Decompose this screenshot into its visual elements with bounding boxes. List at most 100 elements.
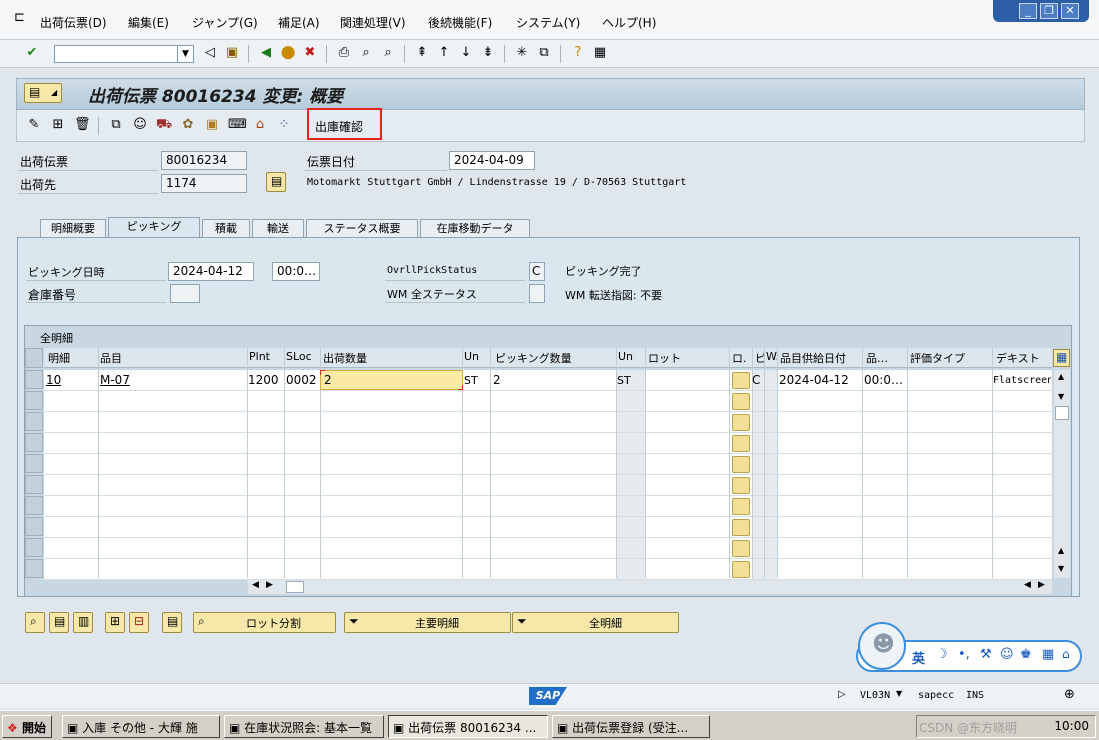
row-selector[interactable] xyxy=(25,412,43,431)
col-delivery-qty[interactable]: 出荷数量 xyxy=(323,350,461,366)
delete-row-button[interactable]: ⊟ xyxy=(129,612,149,633)
taskbar-item[interactable]: ▣ 入庫 その他 - 大輝 施 xyxy=(62,715,220,738)
batch-split-checkbox[interactable] xyxy=(732,498,750,515)
overall-pick-status-field[interactable]: C xyxy=(529,262,545,281)
taskbar-item[interactable]: ▣ 在庫状況照会: 基本一覧 xyxy=(224,715,384,738)
ime-avatar[interactable]: ☻ xyxy=(858,622,906,670)
screen-menu-button[interactable]: ▤ ◢ xyxy=(24,83,62,103)
command-field[interactable]: ▼ xyxy=(54,45,194,63)
select-all-corner[interactable] xyxy=(25,348,43,368)
row-selector[interactable] xyxy=(25,454,43,473)
print-icon[interactable]: ⎙ xyxy=(336,45,352,61)
menu-item-help[interactable]: ヘルプ(H) xyxy=(602,14,656,31)
menu-item-system[interactable]: システム(Y) xyxy=(516,14,580,31)
transaction-code[interactable]: VL03N xyxy=(860,690,890,701)
prev-page-icon[interactable]: ↑ xyxy=(436,45,452,61)
find-icon[interactable]: ⌕ xyxy=(358,45,374,61)
smiley-icon[interactable]: ☺ xyxy=(1000,647,1014,662)
ship-to-field[interactable]: 1174 xyxy=(161,174,247,193)
col-valuation-type[interactable]: 評価タイプ xyxy=(910,350,994,366)
tab-picking[interactable]: ピッキング xyxy=(108,217,200,238)
house-icon[interactable]: ⌂ xyxy=(252,117,268,133)
batch-split-checkbox[interactable] xyxy=(732,456,750,473)
delivery-qty-input[interactable]: 2 xyxy=(320,370,463,390)
tab-loading[interactable]: 積載 xyxy=(202,219,250,237)
menu-item-environment[interactable]: 関連処理(V) xyxy=(340,14,406,31)
start-button[interactable]: ❖ 開始 xyxy=(2,715,52,738)
wrench-icon[interactable]: ⚒ xyxy=(980,647,992,662)
next-page-icon[interactable]: ↓ xyxy=(458,45,474,61)
save-icon[interactable]: ▣ xyxy=(224,45,240,61)
tab-transport[interactable]: 輸送 xyxy=(252,219,304,237)
new-session-icon[interactable]: ✳ xyxy=(514,45,530,61)
find-next-icon[interactable]: ⌕ xyxy=(380,45,396,61)
taskbar-item-active[interactable]: ▣ 出荷伝票 80016234 ... xyxy=(388,715,548,738)
table-row[interactable] xyxy=(44,391,1052,412)
lock-icon[interactable]: ⌂ xyxy=(1062,647,1070,661)
scroll-thumb[interactable] xyxy=(286,581,304,593)
minimize-button[interactable]: _ xyxy=(1019,3,1037,19)
col-picked-qty[interactable]: ピッキング数量 xyxy=(495,350,615,366)
box-icon[interactable]: ▣ xyxy=(204,117,220,133)
batch-split-checkbox[interactable] xyxy=(732,477,750,494)
table-row[interactable] xyxy=(44,559,1052,580)
batch-split-checkbox[interactable] xyxy=(732,393,750,410)
doc-date-field[interactable]: 2024-04-09 xyxy=(449,151,535,170)
delete-icon[interactable]: 🗑 xyxy=(74,117,91,133)
col-batch-split[interactable]: ロ. xyxy=(732,350,752,366)
sap-menu-icon[interactable]: ⊏ xyxy=(14,10,25,25)
grid-dots-icon[interactable]: ⁘ xyxy=(276,117,292,133)
pick-time-field[interactable]: 00:0… xyxy=(272,262,320,281)
batch-split-checkbox[interactable] xyxy=(732,519,750,536)
row-selector[interactable] xyxy=(25,370,43,389)
scroll-thumb[interactable] xyxy=(1055,406,1069,420)
back-arrow-icon[interactable]: ◁ xyxy=(202,45,218,61)
cancel-icon[interactable]: ✖ xyxy=(302,45,318,61)
tab-item-overview[interactable]: 明細概要 xyxy=(40,219,106,237)
row-selector[interactable] xyxy=(25,538,43,557)
scroll-down-icon[interactable]: ▼ xyxy=(1058,392,1064,401)
tab-goods-movement[interactable]: 在庫移動データ xyxy=(420,219,530,237)
row-selector[interactable] xyxy=(25,391,43,410)
col-text[interactable]: デキスト xyxy=(996,350,1048,366)
col-material[interactable]: 品目 xyxy=(100,350,246,366)
last-page-icon[interactable]: ⇟ xyxy=(480,45,496,61)
delivery-number-field[interactable]: 80016234 xyxy=(161,151,247,170)
col-avail-date[interactable]: 品目供給日付 xyxy=(780,350,862,366)
row-selector[interactable] xyxy=(25,559,43,578)
table-row[interactable] xyxy=(44,475,1052,496)
row-selector[interactable] xyxy=(25,496,43,515)
output-icon[interactable]: ⌨ xyxy=(228,117,247,133)
col-item[interactable]: 明細 xyxy=(48,350,98,366)
help-icon[interactable]: ? xyxy=(570,45,586,61)
scroll-left-icon[interactable]: ◀ xyxy=(252,580,259,590)
col-picked-unit[interactable]: Un xyxy=(618,350,644,363)
scroll-right-icon[interactable]: ▶ xyxy=(266,580,273,590)
select-all-button[interactable]: ▤ xyxy=(49,612,69,633)
post-goods-issue-button[interactable]: 出庫確認 xyxy=(307,108,382,140)
col-time[interactable]: 品… xyxy=(866,350,906,366)
warehouse-field[interactable] xyxy=(170,284,200,303)
partner-icon[interactable]: ☺ xyxy=(132,117,148,133)
edit-pencil-icon[interactable]: ✎ xyxy=(26,117,42,133)
packing-icon[interactable]: ✿ xyxy=(180,117,196,133)
table-row[interactable] xyxy=(44,454,1052,475)
table-row[interactable] xyxy=(44,412,1052,433)
layout-menu-icon[interactable]: ▦ xyxy=(592,45,608,61)
col-unit[interactable]: Un xyxy=(464,350,490,363)
grid-icon[interactable]: ▦ xyxy=(1042,647,1054,662)
scroll-left-icon[interactable]: ◀ xyxy=(1024,580,1031,590)
item-details-button[interactable]: ⌕ xyxy=(25,612,45,633)
batch-split-checkbox[interactable] xyxy=(732,540,750,557)
back-icon[interactable]: ◀ xyxy=(258,45,274,61)
lock-icon[interactable]: ⊕ xyxy=(1064,687,1075,702)
table-row[interactable] xyxy=(44,517,1052,538)
exit-icon[interactable]: ⬤ xyxy=(280,45,296,61)
wm-status-field[interactable] xyxy=(529,284,545,303)
table-row[interactable] xyxy=(44,496,1052,517)
batch-split-checkbox[interactable] xyxy=(732,372,750,389)
punctuation-icon[interactable]: •, xyxy=(958,647,970,662)
scroll-right-icon[interactable]: ▶ xyxy=(1038,580,1045,590)
vertical-scrollbar[interactable]: ▲ ▼ ▲ ▼ xyxy=(1054,370,1070,578)
shirt-icon[interactable]: ♚ xyxy=(1020,647,1032,662)
